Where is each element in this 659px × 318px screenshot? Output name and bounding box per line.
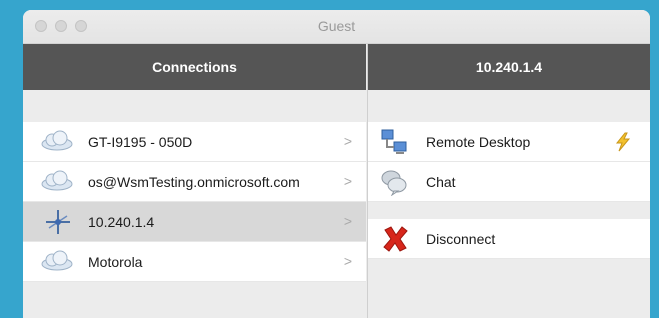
connection-item[interactable]: GT-I9195 - 050D >: [23, 122, 366, 162]
cloud-icon: [41, 250, 73, 271]
details-pane: 10.240.1.4 Remote Desktop Chat Disconnec…: [367, 44, 650, 318]
connection-label: GT-I9195 - 050D: [88, 133, 193, 150]
remote-desktop-label: Remote Desktop: [426, 133, 531, 150]
chat-label: Chat: [426, 173, 456, 190]
connection-item-selected[interactable]: 10.240.1.4 >: [23, 202, 366, 242]
chat-bubbles-icon: [381, 170, 407, 196]
connections-header: Connections: [23, 44, 366, 90]
cloud-icon: [41, 130, 73, 151]
network-node-icon: [46, 210, 70, 234]
connections-pane: Connections GT-I9195 - 050D > os@WsmTest…: [23, 44, 366, 318]
connection-label: os@WsmTesting.onmicrosoft.com: [88, 173, 300, 190]
connection-label: 10.240.1.4: [88, 213, 155, 230]
connection-label: Motorola: [88, 253, 143, 270]
chat-action[interactable]: Chat: [368, 162, 650, 202]
chevron-right-icon: >: [343, 173, 352, 189]
red-x-icon: [383, 226, 408, 252]
connection-item[interactable]: Motorola >: [23, 242, 366, 282]
title-bar: Guest: [23, 10, 650, 44]
chevron-right-icon: >: [343, 253, 352, 269]
chevron-right-icon: >: [343, 133, 352, 149]
remote-desktop-action[interactable]: Remote Desktop: [368, 122, 650, 162]
app-window: Guest Connections GT-I9195 - 050D > os@W…: [23, 10, 650, 318]
disconnect-action[interactable]: Disconnect: [368, 219, 650, 259]
chevron-right-icon: >: [343, 213, 352, 229]
disconnect-label: Disconnect: [426, 230, 496, 247]
lightning-icon: [615, 132, 631, 152]
connection-item[interactable]: os@WsmTesting.onmicrosoft.com >: [23, 162, 366, 202]
remote-desktop-icon: [381, 129, 407, 154]
details-header: 10.240.1.4: [368, 44, 650, 90]
cloud-icon: [41, 170, 73, 191]
window-title: Guest: [317, 18, 356, 34]
